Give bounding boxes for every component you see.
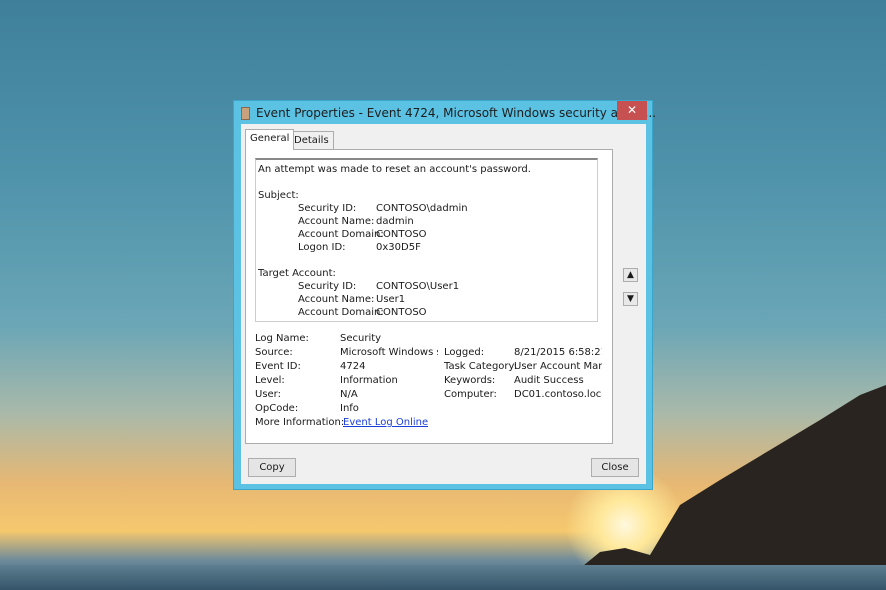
description-value: CONTOSO [376,229,427,240]
description-line: Account Name: dadmin [258,215,595,228]
copy-button[interactable]: Copy [248,458,296,477]
close-button[interactable]: Close [591,458,639,477]
logged-value: 8/21/2015 6:58:21 PM [514,347,602,358]
opcode-value: Info [340,403,359,414]
level-label: Level: [255,375,285,386]
description-line: Account Domain:CONTOSO [258,228,595,241]
description-line: Subject: [258,189,595,202]
source-value: Microsoft Windows sec [340,347,438,358]
general-panel: An attempt was made to reset an account'… [245,149,613,444]
more-info-label: More Information: [255,417,345,428]
computer-label: Computer: [444,389,497,400]
description-key: Security ID: [298,281,357,292]
event-description[interactable]: An attempt was made to reset an account'… [255,158,598,322]
logged-label: Logged: [444,347,485,358]
window-title: Event Properties - Event 4724, Microsoft… [256,106,657,120]
description-line: Security ID: CONTOSO\dadmin [258,202,595,215]
keywords-label: Keywords: [444,375,496,386]
app-icon [241,107,250,120]
event-id-value: 4724 [340,361,366,372]
description-key: Security ID: [298,203,357,214]
description-line: Logon ID: 0x30D5F [258,241,595,254]
task-category-label: Task Category: [444,361,518,372]
log-name-label: Log Name: [255,333,309,344]
opcode-label: OpCode: [255,403,299,414]
sea [0,565,886,590]
arrow-up-icon: ▲ [627,270,634,280]
next-event-button[interactable]: ▼ [623,292,638,306]
description-line: An attempt was made to reset an account'… [258,163,595,176]
arrow-down-icon: ▼ [627,294,634,304]
tab-details[interactable]: Details [289,131,334,150]
event-id-label: Event ID: [255,361,301,372]
description-value: CONTOSO [376,307,427,318]
description-line: Security ID: CONTOSO\User1 [258,280,595,293]
user-value: N/A [340,389,358,400]
description-line [258,254,595,267]
level-value: Information [340,375,398,386]
description-key: Logon ID: [298,242,346,253]
description-line: Account Domain:CONTOSO [258,306,595,319]
description-value: CONTOSO\dadmin [376,203,468,214]
task-category-value: User Account Management [514,361,602,372]
previous-event-button[interactable]: ▲ [623,268,638,282]
description-key: Account Name: [298,216,375,227]
event-properties-window: Event Properties - Event 4724, Microsoft… [233,100,657,490]
description-line: Target Account: [258,267,595,280]
dialog-client: General Details An attempt was made to r… [241,124,646,484]
source-label: Source: [255,347,293,358]
log-name-value: Security [340,333,382,344]
description-value: User1 [376,294,406,305]
keywords-value: Audit Success [514,375,584,386]
computer-value: DC01.contoso.local [514,389,602,400]
description-key: An attempt was made to reset an account'… [258,164,531,175]
description-value: dadmin [376,216,414,227]
description-key: Account Name: [298,294,375,305]
description-line: Account Name: User1 [258,293,595,306]
description-key: Target Account: [258,268,336,279]
user-label: User: [255,389,281,400]
description-key: Account Domain: [298,229,384,240]
description-key: Account Domain: [298,307,384,318]
description-value: CONTOSO\User1 [376,281,460,292]
description-key: Subject: [258,190,299,201]
description-value: 0x30D5F [376,242,421,253]
event-log-online-link[interactable]: Event Log Online [343,416,428,430]
close-window-button[interactable]: ✕ [617,101,647,120]
description-line [258,176,595,189]
tab-general[interactable]: General [245,129,295,150]
